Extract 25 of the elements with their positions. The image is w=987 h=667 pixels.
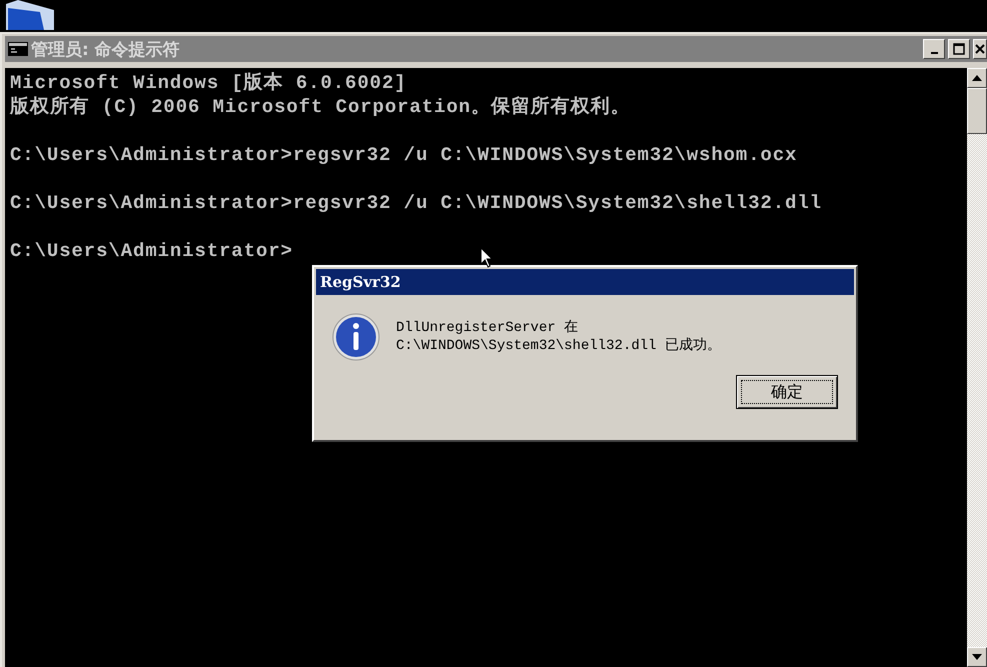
ok-button[interactable]: 确定 xyxy=(736,375,838,409)
scroll-thumb[interactable] xyxy=(967,88,987,134)
scroll-down-button[interactable] xyxy=(967,647,987,667)
folder-icon[interactable] xyxy=(4,0,56,30)
window-title: 管理员: 命令提示符 xyxy=(31,38,181,60)
dialog-title: RegSvr32 xyxy=(316,269,854,295)
console-line: C:\Users\Administrator>regsvr32 /u C:\WINDOWS\System32\shell32.dll xyxy=(10,191,822,215)
console-line: 版权所有 (C) 2006 Microsoft Corporation。保留所有权利。 xyxy=(10,95,630,119)
down-arrow-icon xyxy=(972,654,982,660)
dialog-message: DllUnregisterServer 在 xyxy=(396,319,578,337)
close-icon xyxy=(975,44,985,54)
maximize-button[interactable] xyxy=(948,39,970,59)
console-line: C:\Users\Administrator>regsvr32 /u C:\WINDOWS\System32\wshom.ocx xyxy=(10,143,798,167)
maximize-icon xyxy=(953,43,965,55)
dialog-message: C:\WINDOWS\System32\shell32.dll 已成功。 xyxy=(396,337,721,355)
up-arrow-icon xyxy=(972,75,982,81)
scrollbar[interactable] xyxy=(967,68,987,667)
console-line: Microsoft Windows [版本 6.0.6002] xyxy=(10,71,407,95)
minimize-icon xyxy=(930,52,938,54)
console-line: C:\Users\Administrator> xyxy=(10,239,293,263)
console-icon xyxy=(8,42,28,56)
info-icon xyxy=(332,313,380,361)
scroll-up-button[interactable] xyxy=(967,68,987,88)
close-button[interactable] xyxy=(973,39,987,59)
minimize-button[interactable] xyxy=(923,39,945,59)
